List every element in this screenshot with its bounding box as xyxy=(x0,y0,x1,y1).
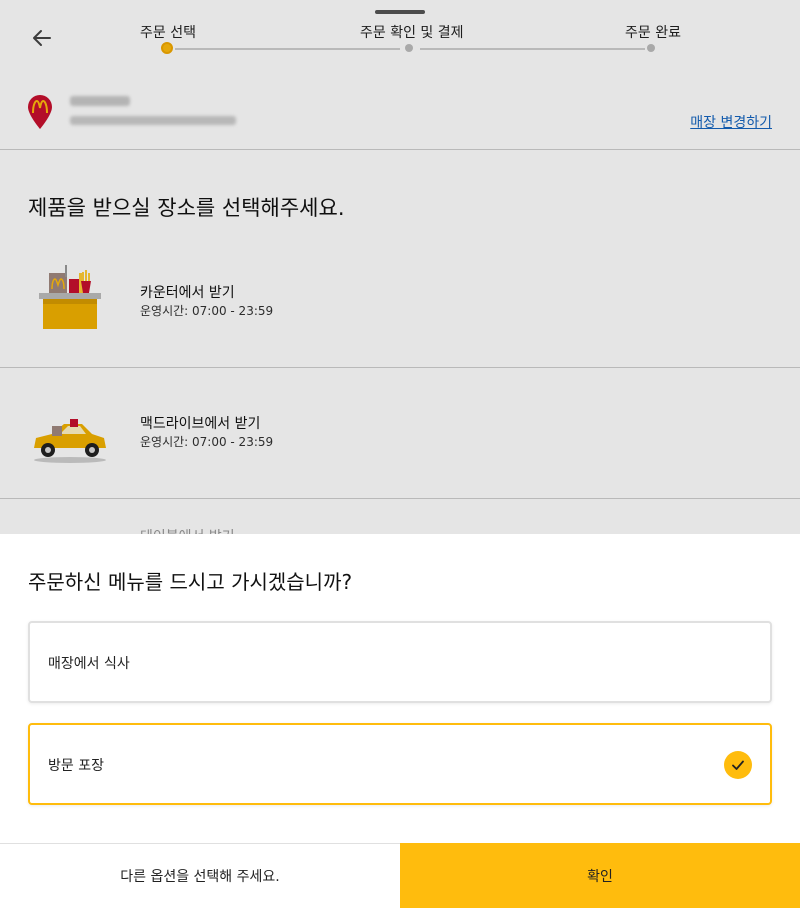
pickup-question: 제품을 받으실 장소를 선택해주세요. xyxy=(28,196,345,220)
step-label-select: 주문 선택 xyxy=(140,25,196,41)
change-store-link[interactable]: 매장 변경하기 xyxy=(690,112,772,132)
choice-label: 매장에서 식사 xyxy=(48,656,130,672)
choice-dine-in[interactable]: 매장에서 식사 xyxy=(28,621,772,703)
step-dot-select xyxy=(161,42,173,54)
other-option-button[interactable]: 다른 옵션을 선택해 주세요. xyxy=(0,843,400,908)
store-name-redacted xyxy=(70,96,130,106)
step-label-confirm: 주문 확인 및 결제 xyxy=(360,25,464,41)
store-info: 매장 변경하기 xyxy=(0,80,800,150)
footer-actions: 다른 옵션을 선택해 주세요. 확인 xyxy=(0,843,800,908)
choice-label: 방문 포장 xyxy=(48,758,104,774)
sheet-question: 주문하신 메뉴를 드시고 가시겠습니까? xyxy=(28,570,353,594)
option-title: 맥드라이브에서 받기 xyxy=(140,416,261,432)
checkmark-icon xyxy=(724,751,752,779)
step-line-2 xyxy=(420,48,645,50)
step-dot-complete xyxy=(647,44,655,52)
back-arrow-icon[interactable] xyxy=(28,24,56,52)
pickup-option-drive[interactable]: 맥드라이브에서 받기 운영시간: 07:00 - 23:59 xyxy=(0,368,800,499)
sheet-grab-handle[interactable] xyxy=(375,10,425,14)
step-line-1 xyxy=(175,48,400,50)
option-hours: 운영시간: 07:00 - 23:59 xyxy=(140,304,274,318)
pickup-option-counter[interactable]: 카운터에서 받기 운영시간: 07:00 - 23:59 xyxy=(0,237,800,368)
store-address-redacted xyxy=(70,116,236,125)
step-label-complete: 주문 완료 xyxy=(625,25,681,41)
confirm-button[interactable]: 확인 xyxy=(400,843,800,908)
order-stepper: 주문 선택 주문 확인 및 결제 주문 완료 xyxy=(120,18,720,60)
option-title: 카운터에서 받기 xyxy=(140,285,235,301)
step-dot-confirm xyxy=(405,44,413,52)
mcdonalds-pin-icon xyxy=(26,94,54,130)
counter-icon xyxy=(36,263,106,337)
drive-car-icon xyxy=(30,416,110,468)
choice-takeout[interactable]: 방문 포장 xyxy=(28,723,772,805)
pickup-option-table-peek: 테이블에서 받기 xyxy=(140,526,235,534)
option-hours: 운영시간: 07:00 - 23:59 xyxy=(140,435,274,449)
page-background: 주문 선택 주문 확인 및 결제 주문 완료 매장 변경하기 제품을 받으실 장… xyxy=(0,0,800,908)
